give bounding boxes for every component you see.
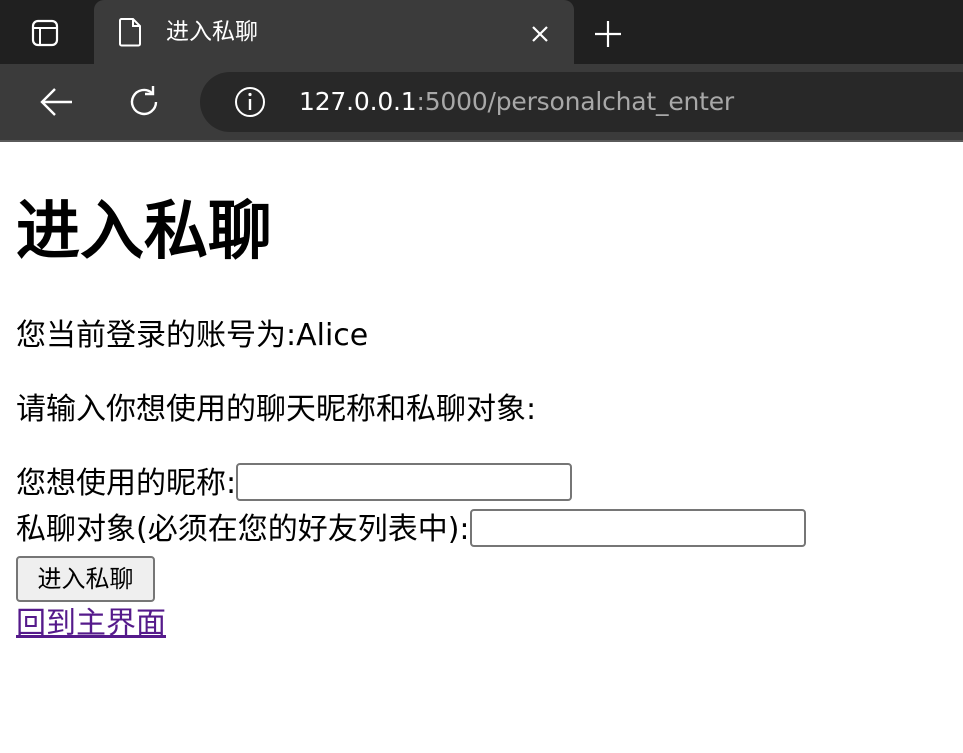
home-link[interactable]: 回到主界面 (16, 604, 166, 644)
url-path: :5000/personalchat_enter (416, 87, 735, 116)
url-text[interactable]: 127.0.0.1:5000/personalchat_enter (299, 85, 734, 119)
enter-chat-button[interactable]: 进入私聊 (16, 556, 155, 602)
back-button[interactable] (36, 82, 76, 122)
page-icon (119, 18, 141, 47)
reload-icon (130, 86, 158, 116)
reload-button[interactable] (124, 82, 164, 122)
tab-actions-button[interactable] (28, 16, 62, 50)
browser-toolbar: 127.0.0.1:5000/personalchat_enter (0, 64, 963, 142)
url-host: 127.0.0.1 (299, 87, 417, 116)
tab-active[interactable]: 进入私聊 (94, 0, 574, 64)
info-icon[interactable] (234, 86, 266, 118)
target-input[interactable] (469, 508, 806, 547)
address-bar[interactable]: 127.0.0.1:5000/personalchat_enter (200, 72, 963, 132)
current-user-text: 您当前登录的账号为:Alice (16, 318, 369, 353)
nickname-label: 您想使用的昵称: (16, 466, 237, 501)
nickname-row: 您想使用的昵称: (16, 462, 573, 504)
tab-close-button[interactable] (526, 20, 554, 48)
page-content: 进入私聊 您当前登录的账号为:Alice 请输入你想使用的聊天昵称和私聊对象: … (0, 142, 963, 753)
tab-strip: 进入私聊 (0, 0, 963, 64)
nickname-input[interactable] (236, 462, 573, 501)
new-tab-button[interactable] (590, 16, 626, 52)
browser-window: 进入私聊 127.0.0.1:5000/personalchat_enter 进… (0, 0, 963, 753)
plus-icon (595, 21, 621, 47)
target-row: 私聊对象(必须在您的好友列表中): (16, 508, 806, 550)
tab-actions-icon (31, 19, 59, 47)
prompt-text: 请输入你想使用的聊天昵称和私聊对象: (16, 392, 537, 427)
back-arrow-icon (40, 88, 72, 116)
close-icon (532, 26, 548, 42)
tab-title: 进入私聊 (166, 19, 258, 45)
target-label: 私聊对象(必须在您的好友列表中): (16, 512, 470, 547)
page-title: 进入私聊 (16, 195, 272, 269)
